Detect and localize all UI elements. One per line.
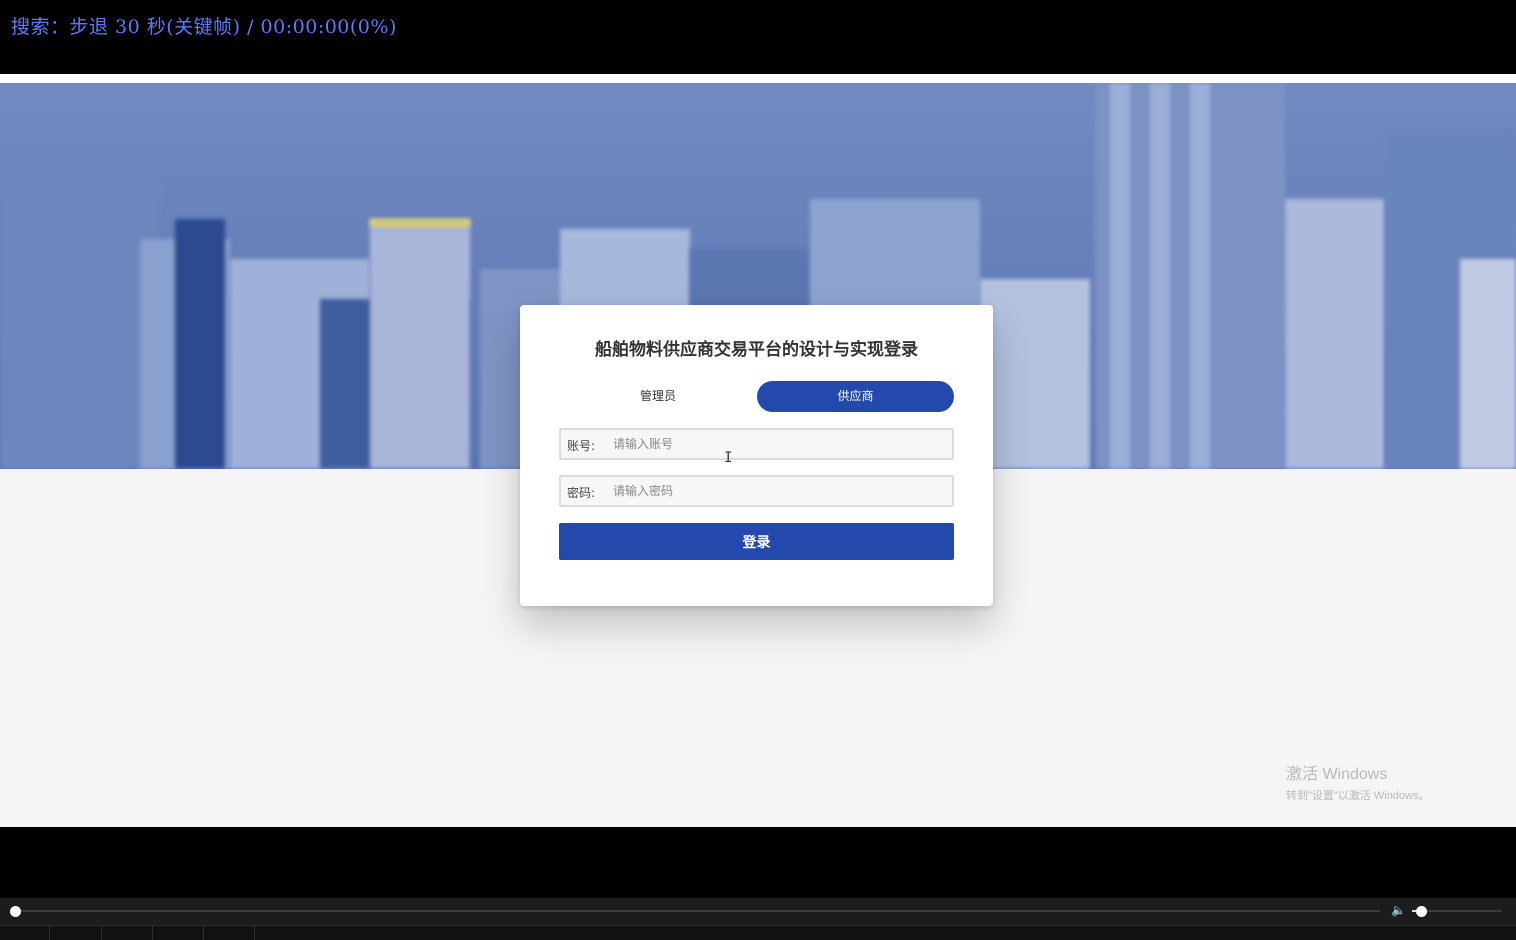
player-osd-bar: 搜索：步退 30 秒(关键帧) / 00:00:00(0%) [0,0,1516,74]
role-tab-admin[interactable]: 管理员 [560,381,756,412]
control-button[interactable] [204,926,255,940]
username-label: 账号: [567,439,596,453]
control-button[interactable] [50,926,102,940]
login-title: 船舶物料供应商交易平台的设计与实现登录 [595,340,918,360]
control-button[interactable] [0,926,50,940]
username-input[interactable] [613,433,943,455]
text-cursor-icon: I [724,450,733,466]
control-button[interactable] [153,926,204,940]
username-field[interactable]: 账号: [559,428,954,460]
role-tab-supplier[interactable]: 供应商 [757,381,954,412]
player-controls: 🔈 [0,898,1516,940]
seek-bar[interactable] [10,910,1380,912]
password-input[interactable] [613,480,943,502]
video-viewport: 船舶物料供应商交易平台的设计与实现登录 管理员 供应商 账号: 密码: 登录 I… [0,74,1516,827]
seek-handle[interactable] [10,906,21,917]
speaker-icon[interactable]: 🔈 [1391,903,1406,917]
watermark-subtitle: 转到"设置"以激活 Windows。 [1286,790,1430,802]
control-button-strip [0,925,1516,940]
password-label: 密码: [567,486,596,500]
osd-status-text: 搜索：步退 30 秒(关键帧) / 00:00:00(0%) [11,16,397,38]
login-button[interactable]: 登录 [559,523,954,560]
windows-activation-watermark: 激活 Windows 转到"设置"以激活 Windows。 [1286,760,1430,803]
watermark-title: 激活 Windows [1286,766,1388,783]
login-card: 船舶物料供应商交易平台的设计与实现登录 管理员 供应商 账号: 密码: 登录 [520,305,993,606]
volume-handle[interactable] [1416,906,1427,917]
control-button[interactable] [102,926,153,940]
password-field[interactable]: 密码: [559,475,954,507]
